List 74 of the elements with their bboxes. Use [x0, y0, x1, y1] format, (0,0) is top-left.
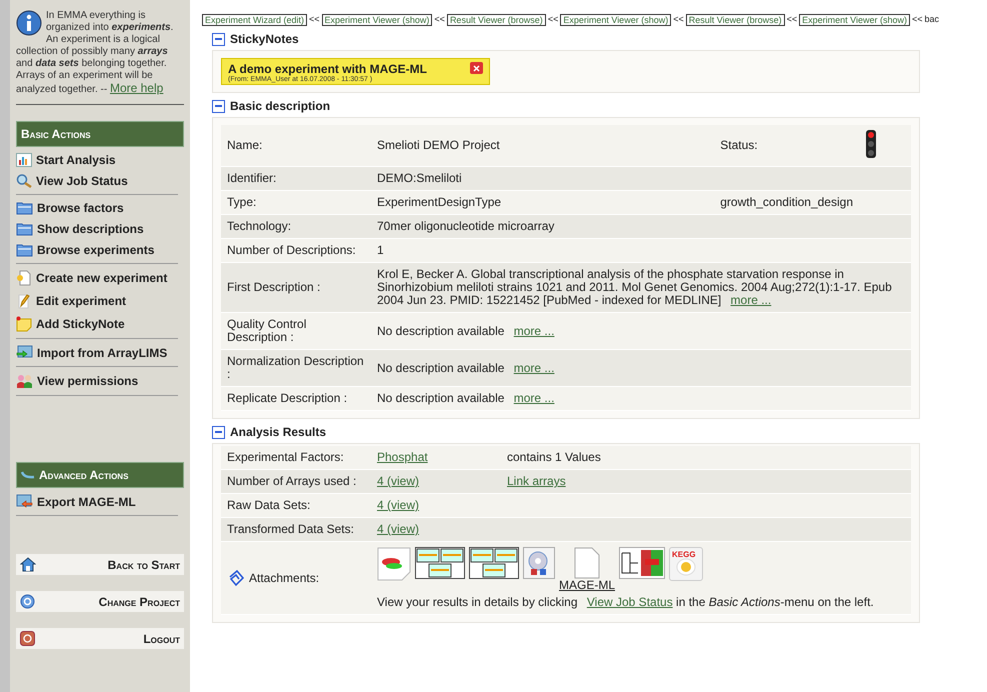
result-link[interactable]: 4 (view) [377, 498, 420, 512]
sidebar-item[interactable]: Export MAGE-ML [16, 492, 178, 511]
field-value: No description available more ... [371, 350, 911, 386]
sidebar-item[interactable]: Show descriptions [16, 220, 178, 238]
field-label: Transformed Data Sets: [221, 518, 371, 542]
field-label: Number of Descriptions: [221, 238, 371, 262]
field-value: No description available more ... [371, 312, 911, 350]
field-label: Identifier: [221, 166, 371, 190]
kegg-thumbnail[interactable]: KEGG [669, 547, 704, 581]
field-value: DEMO:Smeliloti [371, 166, 911, 190]
field-label: Normalization Description : [221, 350, 371, 386]
field-extra: Status: [714, 125, 859, 166]
field-value: 70mer oligonucleotide microarray [371, 214, 911, 238]
breadcrumb-separator: << [786, 14, 798, 26]
breadcrumb-link[interactable]: bac [924, 14, 940, 26]
sidebar-item[interactable]: Edit experiment [16, 291, 178, 311]
field-value: ExperimentDesignType [371, 190, 714, 214]
sidebar-item[interactable]: Start Analysis [16, 151, 178, 169]
breadcrumb-separator: << [309, 14, 320, 26]
attachment-link[interactable]: MAGE-ML [559, 579, 616, 592]
field-label: Technology: [221, 214, 371, 238]
field-label: First Description : [221, 262, 371, 312]
breadcrumb-link[interactable]: Experiment Viewer (show) [322, 14, 432, 26]
nav-button[interactable]: Change Project [16, 591, 184, 612]
breadcrumb-separator: << [548, 14, 558, 26]
nav-button[interactable]: Back to Start [16, 554, 184, 575]
result-text: contains 1 Values [507, 451, 602, 464]
field-label: Replicate Description : [221, 386, 371, 410]
sidebar-item[interactable]: View permissions [16, 371, 178, 391]
field-label: Number of Arrays used : [221, 470, 371, 494]
more-link[interactable]: more ... [514, 391, 554, 405]
breadcrumb-link[interactable]: Result Viewer (browse) [686, 14, 785, 26]
sidebar-item[interactable]: Browse experiments [16, 241, 178, 259]
breadcrumb-link[interactable]: Experiment Wizard (edit) [202, 14, 308, 26]
section-header: Advanced Actions [16, 462, 184, 488]
result-link[interactable]: Link arrays [507, 474, 566, 488]
field-label: Experimental Factors: [221, 446, 371, 470]
info-text: In EMMA everything is organized into experiments. An experiment is a logical collection of possibly many arrays and data sets belonging together. Arrays of an experiment will be analyzed together. -- More help [16, 10, 174, 96]
note-title: A demo experiment with MAGE-ML [228, 62, 428, 76]
field-label: Name: [221, 125, 371, 166]
field-label: Type: [221, 190, 371, 214]
field-value: Smelioti DEMO Project [371, 125, 714, 166]
sidebar-item[interactable]: View Job Status [16, 172, 178, 190]
breadcrumb-link[interactable]: Experiment Viewer (show) [560, 14, 672, 26]
sidebar-item[interactable]: Create new experiment [16, 268, 178, 288]
field-value: Krol E, Becker A. Global transcriptional analysis of the phosphate starvation response in Sinorhizobium meliloti strains 1021 and 2011. Mol Genet Genomics. 2004 Aug;272(1):1-17. Epub 2004 Jun 23. PMID: 15221452 [PubMed - indexed for MEDLINE] more ... [371, 262, 911, 312]
result-link[interactable]: Phosphat [377, 450, 428, 464]
breadcrumb-link[interactable]: Experiment Viewer (show) [799, 14, 910, 26]
more-link[interactable]: more ... [730, 293, 772, 307]
breadcrumb-link[interactable]: Result Viewer (browse) [446, 14, 546, 26]
more-help-link[interactable]: More help [110, 81, 164, 95]
breadcrumb-separator: << [912, 14, 922, 26]
field-label: Raw Data Sets: [221, 494, 371, 518]
field-label: Attachments: [249, 572, 320, 584]
job-status-link[interactable]: View Job Status [586, 595, 673, 609]
section-title: StickyNotes [230, 32, 299, 46]
more-link[interactable]: more ... [514, 360, 554, 374]
section-title: Basic description [230, 99, 330, 113]
field-value: No description available more ... [371, 386, 911, 410]
nav-button[interactable]: Logout [16, 628, 184, 649]
field-extra: growth_condition_design [714, 190, 859, 214]
breadcrumb-separator: << [673, 14, 684, 26]
more-link[interactable]: more ... [514, 324, 554, 338]
field-label: Quality Control Description : [221, 312, 371, 350]
sidebar-item[interactable]: Add StickyNote [16, 314, 178, 334]
sidebar-item[interactable]: Import from ArrayLIMS [16, 343, 178, 362]
results-hint: View your results in details by clicking View Job Status in the Basic Actions-menu on the left. [377, 596, 875, 609]
result-link[interactable]: 4 (view) [377, 522, 420, 536]
field-value: 1 [371, 238, 911, 262]
section-title: Analysis Results [230, 425, 326, 439]
result-link[interactable]: 4 (view) [377, 474, 420, 488]
section-header: Basic Actions [16, 121, 184, 147]
sidebar-item[interactable]: Browse factors [16, 199, 178, 217]
breadcrumb-separator: << [434, 14, 445, 26]
